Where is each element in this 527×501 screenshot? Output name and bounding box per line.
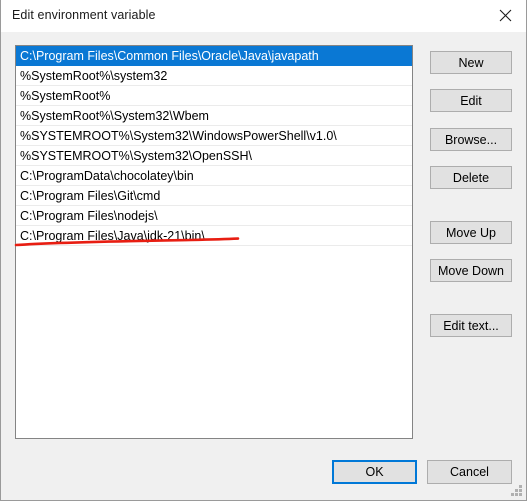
window-title: Edit environment variable <box>12 8 156 22</box>
list-item[interactable]: C:\Program Files\Git\cmd <box>16 186 412 206</box>
new-button[interactable]: New <box>430 51 512 74</box>
path-list[interactable]: C:\Program Files\Common Files\Oracle\Jav… <box>15 45 413 439</box>
title-bar: Edit environment variable <box>1 0 526 32</box>
close-icon <box>499 9 512 22</box>
list-item[interactable]: %SystemRoot% <box>16 86 412 106</box>
edit-text-button[interactable]: Edit text... <box>430 314 512 337</box>
move-up-button[interactable]: Move Up <box>430 221 512 244</box>
list-item[interactable]: %SYSTEMROOT%\System32\WindowsPowerShell\… <box>16 126 412 146</box>
close-button[interactable] <box>482 0 526 31</box>
list-item[interactable]: %SystemRoot%\System32\Wbem <box>16 106 412 126</box>
cancel-button[interactable]: Cancel <box>427 460 512 484</box>
list-item[interactable]: %SystemRoot%\system32 <box>16 66 412 86</box>
edit-button[interactable]: Edit <box>430 89 512 112</box>
browse-button[interactable]: Browse... <box>430 128 512 151</box>
list-item[interactable]: C:\Program Files\Common Files\Oracle\Jav… <box>16 46 412 66</box>
list-item[interactable]: %SYSTEMROOT%\System32\OpenSSH\ <box>16 146 412 166</box>
list-item[interactable]: C:\Program Files\Java\jdk-21\bin\ <box>16 226 412 246</box>
move-down-button[interactable]: Move Down <box>430 259 512 282</box>
list-item[interactable]: C:\ProgramData\chocolatey\bin <box>16 166 412 186</box>
ok-button[interactable]: OK <box>332 460 417 484</box>
resize-grip[interactable] <box>510 484 523 497</box>
delete-button[interactable]: Delete <box>430 166 512 189</box>
list-item[interactable]: C:\Program Files\nodejs\ <box>16 206 412 226</box>
list-empty-area[interactable] <box>16 246 412 438</box>
edit-environment-variable-dialog: Edit environment variable C:\Program Fil… <box>0 0 527 501</box>
